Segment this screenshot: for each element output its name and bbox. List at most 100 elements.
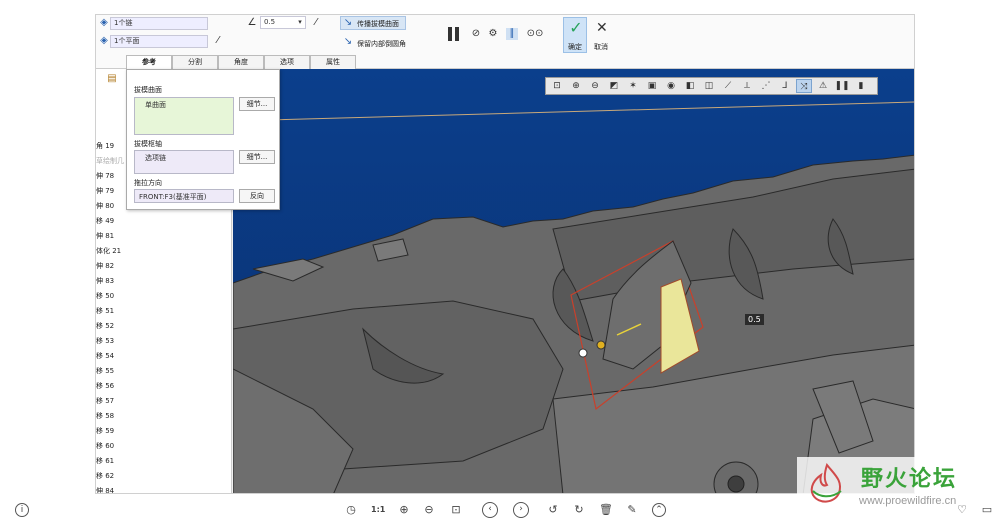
previous-icon[interactable]: ‹ <box>482 502 498 518</box>
tree-item[interactable]: 草绘制几 <box>96 156 124 166</box>
folder-icon[interactable]: ▭ <box>980 503 994 517</box>
image-viewer: ◈ 1个链 ◈ 1个平面 ⁄ ∠ 0.5 ▾ ⁄ ↘ 传播拔模曲面 ↘ 保留内部… <box>0 0 1007 523</box>
view-toolbar: ⊡ ⊕ ⊖ ◩ ✶ ▣ ◉ ◧ ◫ ⟋ ⟂ ⋰ ⅃ ⤨ ⚠ ❚❚ ▮ <box>545 77 878 95</box>
tab-options[interactable]: 选项 <box>264 55 310 69</box>
draft-hinge-collector[interactable]: 1个平面 <box>110 35 208 48</box>
tree-item[interactable]: 移 55 <box>96 366 114 376</box>
ok-label: 确定 <box>568 43 582 51</box>
draft-surface-collector[interactable]: 1个链 <box>110 17 208 30</box>
tree-item[interactable]: 移 54 <box>96 351 114 361</box>
pull-direction-label: 拖拉方向 <box>134 179 162 187</box>
tree-item[interactable]: 移 61 <box>96 456 114 466</box>
edit-icon[interactable]: ✎ <box>625 503 639 517</box>
verify-icon[interactable]: ∥ <box>506 28 518 40</box>
no-preview-icon[interactable]: ⊘ <box>470 28 482 40</box>
warning-icon[interactable]: ⚠ <box>815 79 831 93</box>
tree-item[interactable]: 移 52 <box>96 321 114 331</box>
display-style-icon[interactable]: ▣ <box>644 79 660 93</box>
delete-icon[interactable]: 🗑 <box>599 503 613 517</box>
tab-properties[interactable]: 属性 <box>310 55 356 69</box>
tree-item[interactable]: 移 56 <box>96 381 114 391</box>
tree-item[interactable]: 移 50 <box>96 291 114 301</box>
csys-display-icon[interactable]: ⅃ <box>777 79 793 93</box>
next-icon[interactable]: › <box>513 502 529 518</box>
flip-angle-icon[interactable]: ⁄ <box>310 17 322 29</box>
propagate-label: 传播拔模曲面 <box>357 20 399 28</box>
perspective-icon[interactable]: ◫ <box>701 79 717 93</box>
chevron-down-icon[interactable]: ▾ <box>295 16 305 28</box>
axis-display-icon[interactable]: ⟂ <box>739 79 755 93</box>
zoom-in-icon[interactable]: ⊕ <box>568 79 584 93</box>
model-viewport <box>233 69 914 493</box>
hinge-label: 拔模枢轴 <box>134 140 162 148</box>
heart-icon[interactable]: ♡ <box>955 503 969 517</box>
keep-round-label[interactable]: 保留内部倒圆角 <box>357 39 406 49</box>
repaint-icon[interactable]: ◩ <box>606 79 622 93</box>
tree-item[interactable]: 伸 80 <box>96 201 114 211</box>
rotate-left-icon[interactable]: ↺ <box>546 503 560 517</box>
fit-screen-icon[interactable]: ⊡ <box>449 503 463 517</box>
angle-icon: ∠ <box>247 17 257 28</box>
tree-item[interactable]: 移 59 <box>96 426 114 436</box>
graphics-window[interactable]: 0.5 ⊡ ⊕ ⊖ ◩ ✶ ▣ ◉ ◧ ◫ ⟋ ⟂ ⋰ ⅃ ⤨ ⚠ ❚❚ ▮ <box>233 69 914 493</box>
folder-icon: ▤ <box>107 73 117 84</box>
draft-surfaces-label: 拔模曲面 <box>134 86 162 94</box>
tree-item[interactable]: 伸 79 <box>96 186 114 196</box>
tree-item[interactable]: 伸 81 <box>96 231 114 241</box>
info-icon[interactable]: i <box>15 503 29 517</box>
details-button-2[interactable]: 细节... <box>239 150 275 164</box>
tree-item[interactable]: 移 49 <box>96 216 114 226</box>
check-icon: ✓ <box>569 18 583 37</box>
point-display-icon[interactable]: ⋰ <box>758 79 774 93</box>
hinge-collector[interactable]: 选项链 <box>134 150 234 174</box>
tree-item[interactable]: 移 57 <box>96 396 114 406</box>
tree-item[interactable]: 伸 83 <box>96 276 114 286</box>
pull-direction-collector[interactable]: FRONT:F3(基准平面) <box>134 189 234 203</box>
draft-surfaces-collector[interactable]: 单曲面 <box>134 97 234 135</box>
annotation-display-icon[interactable]: ⤨ <box>796 79 812 93</box>
flip-pull-direction-icon[interactable]: ⁄ <box>212 35 224 47</box>
angle-dimension-label[interactable]: 0.5 <box>745 314 764 325</box>
flip-button[interactable]: 反向 <box>239 189 275 203</box>
actual-size-icon[interactable]: 1:1 <box>371 503 385 517</box>
cancel-label[interactable]: 取消 <box>594 42 608 52</box>
pause-regen-icon[interactable]: ❚❚ <box>834 79 850 93</box>
tab-references[interactable]: 参考 <box>126 55 172 69</box>
close-icon[interactable]: ✕ <box>596 20 608 36</box>
tree-item[interactable]: 伸 82 <box>96 261 114 271</box>
tree-item[interactable]: 伸 84 <box>96 486 114 493</box>
hinge-icon: ◈ <box>100 35 108 46</box>
tree-item[interactable]: 移 60 <box>96 441 114 451</box>
pause-icon[interactable] <box>447 27 461 41</box>
tree-item[interactable]: 伸 78 <box>96 171 114 181</box>
chevron-up-icon[interactable]: ⌃ <box>652 503 666 517</box>
tab-split[interactable]: 分割 <box>172 55 218 69</box>
tab-angles[interactable]: 角度 <box>218 55 264 69</box>
clock-icon[interactable]: ◷ <box>344 503 358 517</box>
tree-item[interactable]: 体化 21 <box>96 246 121 256</box>
surface-icon: ◈ <box>100 17 108 28</box>
tree-item[interactable]: 移 53 <box>96 336 114 346</box>
tree-item[interactable]: 移 51 <box>96 306 114 316</box>
zoom-out-icon[interactable]: ⊖ <box>422 503 436 517</box>
saved-views-icon[interactable]: ◉ <box>663 79 679 93</box>
tree-item[interactable]: 移 58 <box>96 411 114 421</box>
tree-item[interactable]: 角 19 <box>96 141 114 151</box>
rotate-right-icon[interactable]: ↻ <box>572 503 586 517</box>
refit-icon[interactable]: ⊡ <box>549 79 565 93</box>
tree-item[interactable]: 移 62 <box>96 471 114 481</box>
spin-center-icon[interactable]: ✶ <box>625 79 641 93</box>
plane-display-icon[interactable]: ⟋ <box>720 79 736 93</box>
glasses-icon[interactable]: ⊙⊙ <box>526 28 544 40</box>
view-manager-icon[interactable]: ◧ <box>682 79 698 93</box>
more-icon[interactable]: ▮ <box>853 79 869 93</box>
references-panel: 拔模曲面 单曲面 细节... 拔模枢轴 选项链 细节... 拖拉方向 FRONT… <box>126 69 280 210</box>
zoom-in-icon[interactable]: ⊕ <box>397 503 411 517</box>
propagate-icon: ↘ <box>343 17 353 28</box>
zoom-out-icon[interactable]: ⊖ <box>587 79 603 93</box>
dashboard-tabs: 参考 分割 角度 选项 属性 <box>126 55 356 69</box>
watermark-title: 野火论坛 <box>861 466 958 492</box>
keep-round-icon: ↘ <box>343 36 353 47</box>
details-button[interactable]: 细节... <box>239 97 275 111</box>
preview-icon[interactable]: ⚙ <box>487 28 499 40</box>
